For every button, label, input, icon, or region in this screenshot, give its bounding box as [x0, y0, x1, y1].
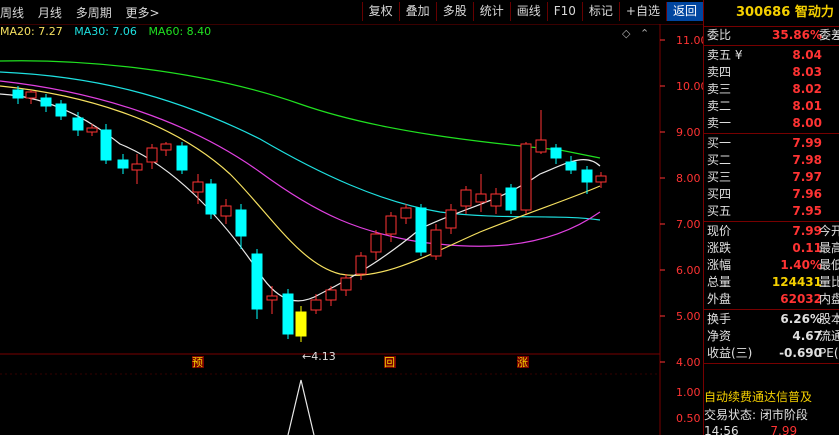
tab-monthly[interactable]: 月线	[38, 6, 62, 20]
low-price-annotation: ←4.13	[302, 350, 336, 363]
weibi-row: 委比 35.86% 委差	[707, 28, 839, 42]
stat-row: 外盘 62032 内盘	[707, 292, 839, 306]
bid-row[interactable]: 买四 7.96	[704, 186, 839, 203]
price-axis: 11.00 10.00 9.00 8.00 7.00 6.00 5.00 4.0…	[676, 34, 703, 425]
stat-row: 换手 6.26% 股本	[707, 312, 839, 326]
trade-status: 交易状态: 闭市阶段	[704, 408, 808, 422]
stat-row: 涨幅 1.40% 最低	[707, 258, 839, 272]
promo-banner[interactable]: 自动续费通达信普及	[704, 388, 839, 405]
multi-stock-button[interactable]: 多股	[435, 2, 473, 21]
bid-row[interactable]: 买三 7.97	[704, 169, 839, 186]
tab-weekly[interactable]: 周线	[0, 6, 24, 20]
price-tick: 5.00	[676, 310, 701, 323]
sub-indicator-line	[287, 379, 315, 435]
ask-row[interactable]: 卖四 8.03	[704, 64, 839, 81]
top-toolbar: 周线 月线 多周期 更多> 复权 叠加 多股 统计 画线 F10 标记 +自选 …	[0, 0, 703, 25]
marker-zhang[interactable]: 涨	[517, 356, 528, 369]
stock-code: 300686	[736, 5, 791, 20]
ask-row[interactable]: 卖二 8.01	[704, 98, 839, 115]
kline-chart: 11.00 10.00 9.00 8.00 7.00 6.00 5.00 4.0…	[0, 24, 703, 435]
price-tick: 10.00	[676, 80, 703, 93]
tab-multi-period[interactable]: 多周期	[76, 6, 112, 20]
ask-row[interactable]: 卖五 ¥8.04	[704, 47, 839, 64]
ask-row[interactable]: 卖三 8.02	[704, 81, 839, 98]
price-tick: 11.00	[676, 34, 703, 47]
ask-row[interactable]: 卖一 8.00	[704, 115, 839, 132]
add-watchlist-button[interactable]: +自选	[618, 2, 666, 21]
back-button[interactable]: 返回	[665, 2, 703, 21]
sub-tick: 0.50	[676, 412, 701, 425]
price-tick: 6.00	[676, 264, 701, 277]
price-tick: 8.00	[676, 172, 701, 185]
bid-row[interactable]: 买二 7.98	[704, 152, 839, 169]
price-tick: 7.00	[676, 218, 701, 231]
tick-row: 14:56 7.99	[704, 424, 798, 435]
marker-yu[interactable]: 预	[192, 356, 203, 369]
mark-button[interactable]: 标记	[581, 2, 619, 21]
price-tick: 4.00	[676, 356, 701, 369]
stock-title: 300686 智动力	[704, 0, 839, 27]
event-markers: 预 回 涨	[192, 356, 529, 369]
draw-line-button[interactable]: 画线	[509, 2, 547, 21]
period-tabs: 周线 月线 多周期 更多>	[0, 4, 170, 21]
candles	[12, 86, 607, 342]
stat-row: 净资 4.67 流通	[707, 329, 839, 343]
bid-row[interactable]: 买一 7.99	[704, 135, 839, 152]
stat-row: 收益(三)-0.690PE(动	[707, 346, 839, 360]
stock-name: 智动力	[794, 5, 834, 20]
sub-tick: 1.00	[676, 386, 701, 399]
marker-hui[interactable]: 回	[384, 356, 395, 369]
adjust-button[interactable]: 复权	[361, 2, 399, 21]
stat-row: 现价 7.99 今开	[707, 224, 839, 238]
stat-row: 总量 124431 量比	[707, 275, 839, 289]
ma60-line	[0, 60, 601, 159]
statistics-button[interactable]: 统计	[472, 2, 510, 21]
toolbar-buttons: 复权 叠加 多股 统计 画线 F10 标记 +自选 返回	[361, 2, 703, 21]
tab-more[interactable]: 更多>	[126, 6, 160, 20]
overlay-button[interactable]: 叠加	[398, 2, 436, 21]
f10-button[interactable]: F10	[546, 2, 582, 21]
price-tick: 9.00	[676, 126, 701, 139]
price-axis-ticks	[660, 39, 665, 363]
quote-panel: 300686 智动力 委比 35.86% 委差 卖五 ¥8.04 卖四 8.03 …	[703, 0, 839, 435]
ma-mid-line	[0, 80, 601, 247]
bid-row[interactable]: 买五 7.95	[704, 203, 839, 220]
ma20-line	[0, 85, 601, 276]
stat-row: 涨跌 0.11 最高	[707, 241, 839, 255]
